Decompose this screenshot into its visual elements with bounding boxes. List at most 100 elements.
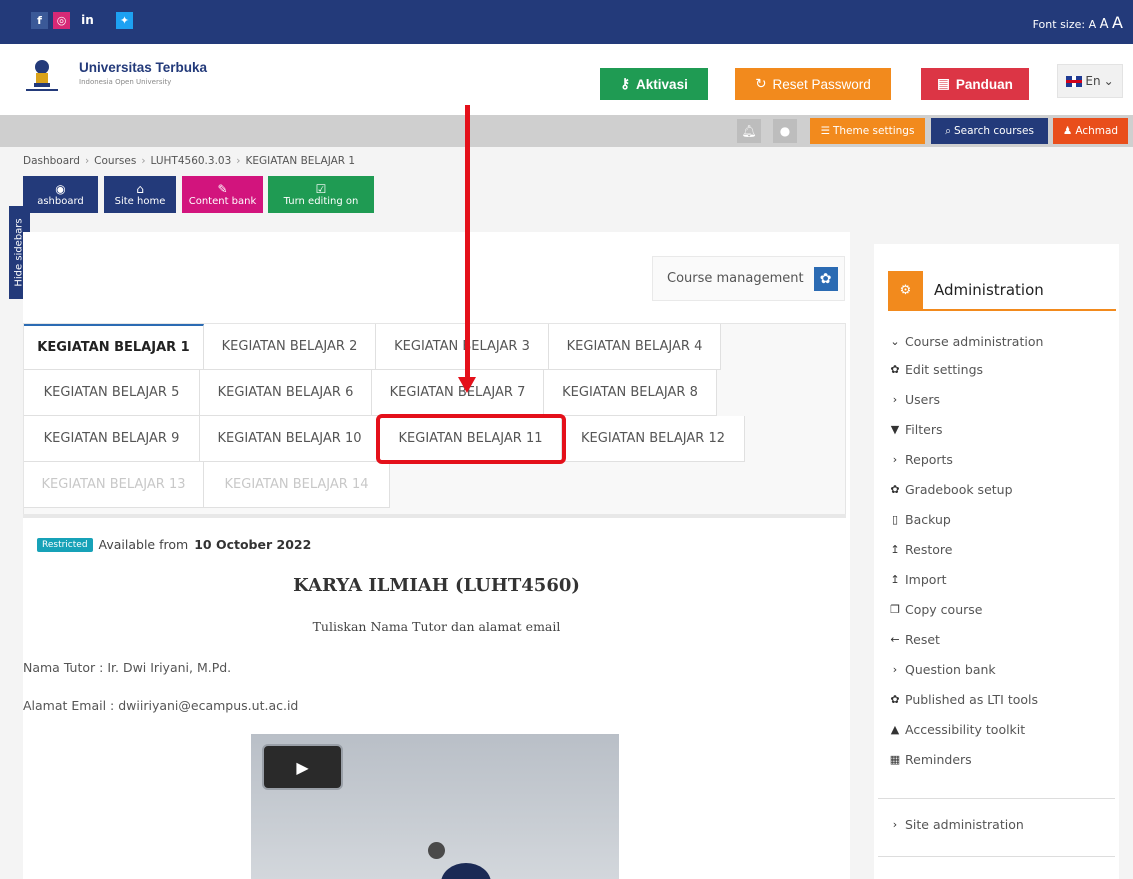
site-home-button[interactable]: ⌂ Site home [104, 176, 176, 213]
tab-kegiatan-12[interactable]: KEGIATAN BELAJAR 12 [562, 416, 745, 462]
content-bank-button[interactable]: ✎ Content bank [182, 176, 263, 213]
restore-label: Restore [905, 542, 953, 557]
tab-kegiatan-9[interactable]: KEGIATAN BELAJAR 9 [24, 416, 200, 462]
reminders-label: Reminders [905, 752, 972, 767]
admin-accessibility-toolkit[interactable]: ▲ Accessibility toolkit [889, 722, 1025, 737]
panduan-button[interactable]: ▤ Panduan [921, 68, 1029, 100]
annotation-highlight-box [376, 414, 566, 464]
tab-kegiatan-2[interactable]: KEGIATAN BELAJAR 2 [204, 324, 376, 370]
edit-settings-label: Edit settings [905, 362, 984, 377]
gear-icon: ✿ [890, 483, 900, 496]
theme-settings-button[interactable]: ☰ Theme settings [810, 118, 925, 144]
admin-import[interactable]: ↥ Import [889, 572, 946, 587]
brush-icon: ✎ [217, 181, 228, 196]
administration-header: ⚙ Administration [888, 271, 1116, 311]
chevron-right-icon: › [892, 663, 898, 676]
font-size-large[interactable]: A [1112, 13, 1123, 32]
question-bank-label: Question bank [905, 662, 996, 677]
tab-kegiatan-6[interactable]: KEGIATAN BELAJAR 6 [200, 370, 372, 416]
admin-users[interactable]: › Users [889, 392, 940, 407]
course-management[interactable]: Course management ✿ [652, 256, 845, 301]
file-icon: ▯ [891, 513, 899, 526]
chevron-right-icon: › [892, 453, 898, 466]
admin-published-lti[interactable]: ✿ Published as LTI tools [889, 692, 1038, 707]
book-icon: ▤ [937, 76, 950, 91]
font-size-medium[interactable]: A [1100, 17, 1109, 32]
tab-kegiatan-5[interactable]: KEGIATAN BELAJAR 5 [24, 370, 200, 416]
upload-icon: ↥ [890, 543, 900, 556]
reset-password-button[interactable]: ↻ Reset Password [735, 68, 891, 100]
admin-reset[interactable]: ← Reset [889, 632, 940, 647]
available-text: Available from [98, 537, 189, 552]
font-size-small[interactable]: A [1089, 18, 1097, 31]
aktivasi-button[interactable]: ⚷ Aktivasi [600, 68, 708, 100]
content-bank-label: Content bank [188, 195, 257, 207]
tab-kegiatan-3[interactable]: KEGIATAN BELAJAR 3 [376, 324, 549, 370]
bell-icon[interactable]: 🔔︎ [737, 119, 761, 143]
breadcrumb-course[interactable]: LUHT4560.3.03 [151, 155, 232, 167]
admin-divider-bottom [878, 856, 1115, 857]
site-administration-label: Site administration [905, 817, 1024, 832]
gradebook-label: Gradebook setup [905, 482, 1013, 497]
accessibility-label: Accessibility toolkit [905, 722, 1026, 737]
user-menu[interactable]: ♟ Achmad [1053, 118, 1128, 144]
tab-kegiatan-8[interactable]: KEGIATAN BELAJAR 8 [544, 370, 717, 416]
play-icon[interactable]: ▶ [262, 744, 343, 790]
home-icon: ⌂ [136, 181, 144, 196]
gear-icon[interactable]: ✿ [813, 266, 838, 291]
admin-reminders[interactable]: ▦ Reminders [889, 752, 972, 767]
dashboard-button[interactable]: ◉ ashboard [23, 176, 98, 213]
linkedin-icon[interactable]: in [79, 12, 96, 29]
chart-icon: ▲ [890, 723, 900, 736]
admin-copy-course[interactable]: ❐ Copy course [889, 602, 982, 617]
restriction-info: Restricted Available from 10 October 202… [37, 537, 311, 552]
edit-icon: ☑ [315, 181, 327, 196]
breadcrumb-dashboard[interactable]: Dashboard [23, 155, 80, 167]
gear-icon: ✿ [890, 693, 900, 706]
tab-kegiatan-1[interactable]: KEGIATAN BELAJAR 1 [24, 324, 204, 370]
admin-divider [878, 798, 1115, 799]
facebook-icon[interactable]: f [31, 12, 48, 29]
administration-title: Administration [934, 281, 1044, 299]
admin-edit-settings[interactable]: ✿ Edit settings [889, 362, 983, 377]
video-frame-subject [441, 863, 491, 879]
video-player[interactable]: ▶ [251, 734, 619, 879]
dashboard-icon: ◉ [55, 181, 66, 196]
site-home-label: Site home [114, 195, 166, 207]
chevron-down-icon: ⌄ [1103, 74, 1114, 88]
user-icon: ♟ [1062, 125, 1073, 137]
chevron-down-icon: ⌄ [890, 335, 900, 348]
course-administration[interactable]: ⌄ Course administration [889, 334, 1043, 349]
logo-subtitle: Indonesia Open University [79, 78, 172, 86]
turn-editing-on-button[interactable]: ☑ Turn editing on [268, 176, 374, 213]
admin-question-bank[interactable]: › Question bank [889, 662, 996, 677]
admin-filters[interactable]: ▼ Filters [889, 422, 943, 437]
admin-backup[interactable]: ▯ Backup [889, 512, 951, 527]
admin-reports[interactable]: › Reports [889, 452, 953, 467]
sliders-icon: ☰ [820, 125, 830, 137]
tab-kegiatan-4[interactable]: KEGIATAN BELAJAR 4 [549, 324, 721, 370]
tab-kegiatan-13: KEGIATAN BELAJAR 13 [24, 462, 204, 508]
chat-icon[interactable]: ● [773, 119, 797, 143]
breadcrumb-courses[interactable]: Courses [94, 155, 136, 167]
chevron-right-icon: › [892, 393, 898, 406]
course-management-label: Course management [667, 271, 804, 286]
ut-logo-icon[interactable] [22, 55, 62, 95]
panduan-label: Panduan [955, 76, 1013, 92]
language-selector[interactable]: En ⌄ [1057, 64, 1123, 98]
reset-label: Reset Password [772, 76, 871, 92]
site-administration[interactable]: › Site administration [889, 817, 1024, 832]
search-courses-button[interactable]: ⌕ Search courses [931, 118, 1048, 144]
admin-restore[interactable]: ↥ Restore [889, 542, 952, 557]
uk-flag-icon [1066, 75, 1083, 87]
course-subtitle: Tuliskan Nama Tutor dan alamat email [312, 619, 561, 634]
admin-gradebook-setup[interactable]: ✿ Gradebook setup [889, 482, 1013, 497]
arrow-left-icon: ← [890, 633, 900, 646]
instagram-icon[interactable]: ◎ [53, 12, 70, 29]
tabs-divider [23, 514, 846, 518]
tab-kegiatan-10[interactable]: KEGIATAN BELAJAR 10 [200, 416, 380, 462]
breadcrumb-section[interactable]: KEGIATAN BELAJAR 1 [245, 155, 355, 167]
filter-icon: ▼ [890, 423, 900, 436]
twitter-icon[interactable]: ✦ [116, 12, 133, 29]
search-icon: ⌕ [945, 124, 951, 137]
